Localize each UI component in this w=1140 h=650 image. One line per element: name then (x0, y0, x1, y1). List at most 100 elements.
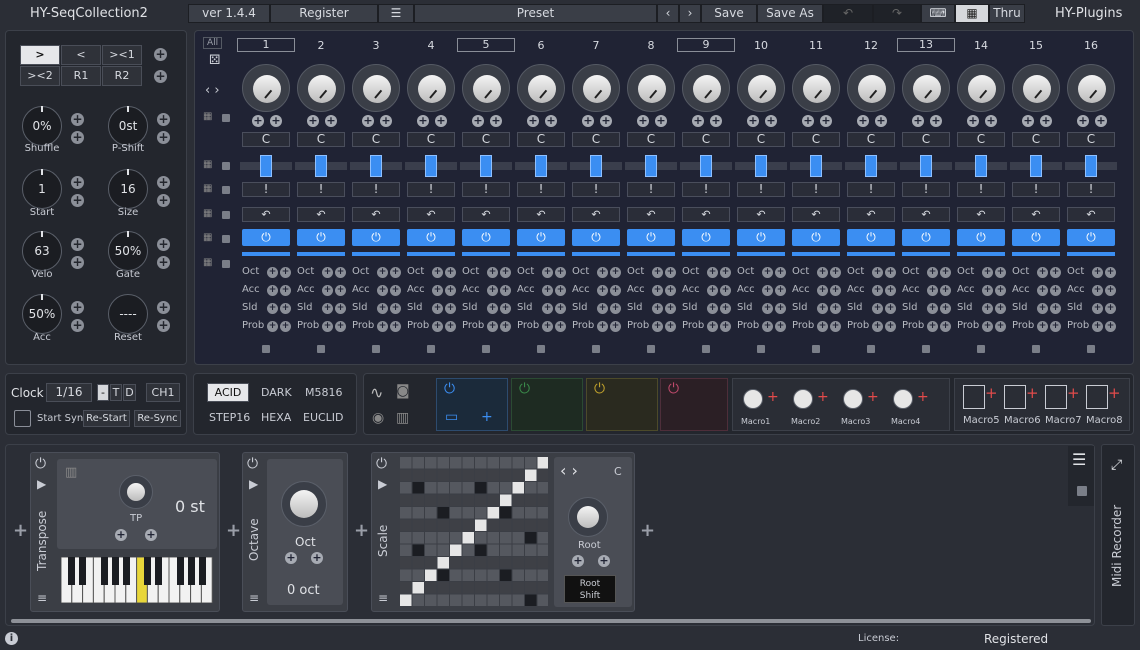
step-mod-plus-2[interactable]: + (545, 115, 557, 127)
prob-plus-2[interactable]: + (995, 321, 1006, 332)
prob-plus[interactable]: + (927, 321, 938, 332)
step-enable-button[interactable]: ⏻ (572, 229, 620, 246)
mode-step16-button[interactable]: STEP16 (209, 411, 250, 424)
lfo-slot-4[interactable]: ⏻ (660, 378, 728, 431)
step-mod-plus-2[interactable]: + (325, 115, 337, 127)
step-mod-plus-2[interactable]: + (985, 115, 997, 127)
sld-plus-2[interactable]: + (995, 303, 1006, 314)
add-module-button-4[interactable]: + (640, 520, 655, 541)
step-mod-plus-2[interactable]: + (930, 115, 942, 127)
step-note-cell[interactable]: C (517, 132, 565, 147)
root-mod-plus[interactable]: + (572, 555, 584, 567)
start-mod-plus-2[interactable]: + (71, 194, 84, 207)
expand-icon[interactable]: ⤢ (1111, 457, 1122, 473)
macro3-add[interactable]: + (867, 389, 879, 405)
hamburger-icon[interactable]: ☰ (1072, 450, 1086, 469)
step-mod-plus[interactable]: + (527, 115, 539, 127)
sld-plus-2[interactable]: + (720, 303, 731, 314)
add-random-mod-button[interactable]: + (154, 70, 167, 83)
oct-plus-2[interactable]: + (445, 267, 456, 278)
tp-mod-plus[interactable]: + (115, 529, 127, 541)
step-gate-cell[interactable]: ! (1067, 182, 1115, 197)
power-icon[interactable]: ⏻ (247, 456, 258, 472)
oct-plus[interactable]: + (982, 267, 993, 278)
step-pitch-knob[interactable] (902, 64, 950, 112)
step-velocity-slider[interactable] (955, 155, 1007, 177)
step-pitch-knob[interactable] (462, 64, 510, 112)
step-enable-button[interactable]: ⏻ (847, 229, 895, 246)
macro4-knob[interactable] (893, 389, 913, 409)
root-mod-plus-2[interactable]: + (598, 555, 610, 567)
gate-mod-plus-2[interactable]: + (157, 256, 170, 269)
step-gate-cell[interactable]: ! (957, 182, 1005, 197)
step-note-cell[interactable]: C (737, 132, 785, 147)
step-slide-cell[interactable]: ↶ (242, 207, 290, 222)
step-mod-plus-2[interactable]: + (820, 115, 832, 127)
step-mod-plus[interactable]: + (307, 115, 319, 127)
expand-arrow-icon[interactable]: ▶ (37, 477, 46, 491)
oct-plus[interactable]: + (872, 267, 883, 278)
all-steps-button[interactable]: All (203, 37, 223, 49)
step-enable-button[interactable]: ⏻ (902, 229, 950, 246)
shuffle-mod-plus[interactable]: + (71, 113, 84, 126)
step-note-cell[interactable]: C (242, 132, 290, 147)
triplet-button[interactable]: T (110, 384, 122, 401)
step-note-cell[interactable]: C (1012, 132, 1060, 147)
start-sync-checkbox[interactable] (14, 410, 31, 427)
acc-mod-plus-2[interactable]: + (71, 319, 84, 332)
mode-dark-button[interactable]: DARK (261, 386, 292, 399)
step-gate-cell[interactable]: ! (297, 182, 345, 197)
step-number[interactable]: 6 (515, 39, 567, 52)
prob-plus[interactable]: + (762, 321, 773, 332)
mode-hexa-button[interactable]: HEXA (261, 411, 291, 424)
step-gate-cell[interactable]: ! (627, 182, 675, 197)
velo-mod-plus[interactable]: + (71, 238, 84, 251)
sld-plus[interactable]: + (432, 303, 443, 314)
step-mod-plus[interactable]: + (802, 115, 814, 127)
sld-plus-2[interactable]: + (500, 303, 511, 314)
acc-plus[interactable]: + (707, 285, 718, 296)
step-slide-cell[interactable]: ↶ (902, 207, 950, 222)
step-enable-button[interactable]: ⏻ (407, 229, 455, 246)
oct-plus[interactable]: + (927, 267, 938, 278)
sld-plus-2[interactable]: + (1105, 303, 1116, 314)
step-velocity-slider[interactable] (735, 155, 787, 177)
step-note-cell[interactable]: C (627, 132, 675, 147)
save-as-button[interactable]: Save As (757, 4, 823, 23)
step-number[interactable]: 15 (1010, 39, 1062, 52)
acc-plus-2[interactable]: + (445, 285, 456, 296)
thru-button[interactable]: Thru (989, 4, 1025, 23)
camera-icon[interactable]: ◙ (396, 383, 410, 399)
step-gate-cell[interactable]: ! (517, 182, 565, 197)
oct-plus-2[interactable]: + (995, 267, 1006, 278)
step-velocity-slider[interactable] (790, 155, 842, 177)
step-enable-button[interactable]: ⏻ (682, 229, 730, 246)
root-shift-button[interactable]: Root Shift (564, 575, 616, 603)
oct-plus-2[interactable]: + (500, 267, 511, 278)
power-icon[interactable]: ⏻ (376, 456, 387, 472)
start-knob[interactable]: 1 (22, 169, 62, 209)
sld-plus-2[interactable]: + (335, 303, 346, 314)
oct-plus-2[interactable]: + (1105, 267, 1116, 278)
oct-plus-2[interactable]: + (555, 267, 566, 278)
random2-button[interactable]: R2 (102, 66, 142, 86)
sld-plus-2[interactable]: + (830, 303, 841, 314)
dice-icon[interactable]: ⚄ (209, 53, 220, 68)
lfo-add-icon[interactable]: + (481, 409, 493, 425)
step-number[interactable]: 14 (955, 39, 1007, 52)
sld-plus-2[interactable]: + (1050, 303, 1061, 314)
oct-plus-2[interactable]: + (335, 267, 346, 278)
sld-plus[interactable]: + (982, 303, 993, 314)
row2-dice-icon[interactable]: ▦ (203, 159, 212, 170)
step-note-cell[interactable]: C (792, 132, 840, 147)
step-note-cell[interactable]: C (407, 132, 455, 147)
sld-plus[interactable]: + (597, 303, 608, 314)
macro7-add[interactable]: + (1067, 384, 1080, 402)
sld-plus[interactable]: + (377, 303, 388, 314)
macro7-button[interactable] (1045, 385, 1067, 409)
step-slide-cell[interactable]: ↶ (627, 207, 675, 222)
oct-plus[interactable]: + (597, 267, 608, 278)
oct-plus[interactable]: + (267, 267, 278, 278)
direction-forward-button[interactable]: > (20, 45, 60, 65)
power-icon[interactable]: ⏻ (668, 381, 679, 397)
